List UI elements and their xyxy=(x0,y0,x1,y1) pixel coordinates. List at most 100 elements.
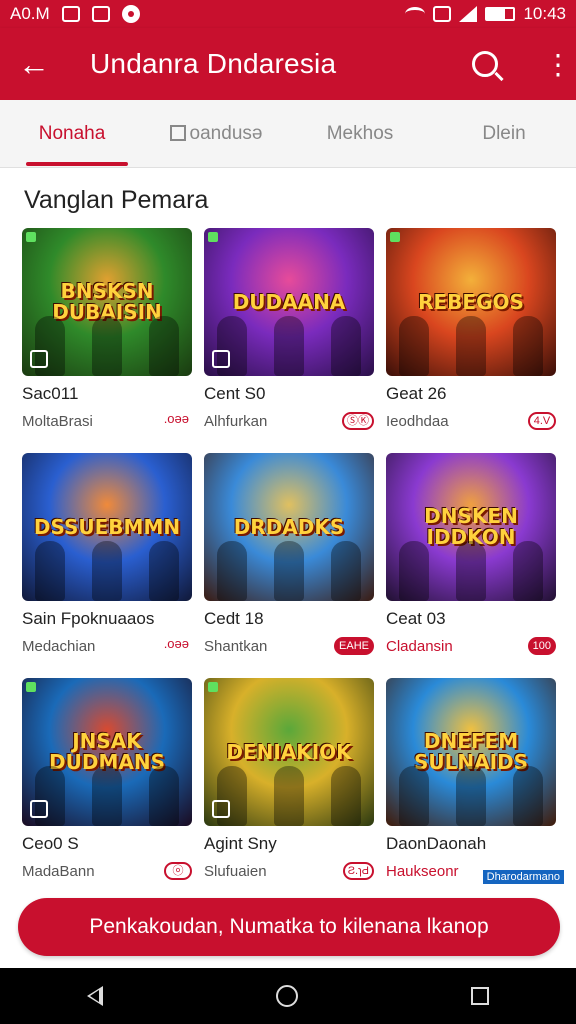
card-meta: Shantkan EAHE xyxy=(204,635,374,657)
tab-bar: Nonaha oandusə Mekhos Dlein xyxy=(0,100,576,168)
card-title: DaonDaonah xyxy=(386,834,487,853)
character xyxy=(455,316,486,376)
tab-nonaha[interactable]: Nonaha xyxy=(0,100,144,168)
status-bar: A0.M 10:43 xyxy=(0,0,576,28)
character xyxy=(512,541,543,601)
system-nav-bar xyxy=(0,968,576,1024)
status-badge: .oəə xyxy=(163,636,189,651)
edit-icon[interactable] xyxy=(30,800,48,818)
character xyxy=(217,541,248,601)
character xyxy=(330,766,361,826)
edit-icon[interactable] xyxy=(30,350,48,368)
card-title: Sac011 xyxy=(22,384,79,403)
card-title: Ceat 03 xyxy=(386,609,446,628)
card-meta: Slufuaien Ƨ.ɿԀ xyxy=(204,860,374,882)
card-subtitle: Ieodhdaa xyxy=(386,412,449,430)
tab-oanduse[interactable]: oandusə xyxy=(144,100,288,168)
character xyxy=(512,316,543,376)
character-art xyxy=(204,531,374,601)
character xyxy=(399,766,430,826)
signal-icon xyxy=(459,6,478,22)
card-meta: Cladansin 100 xyxy=(386,635,556,657)
card-title: Geat 26 xyxy=(386,384,447,403)
tab-label: Mekhos xyxy=(326,122,394,144)
status-badge: Ƨ.ɿԀ xyxy=(342,862,374,880)
game-thumbnail: DUDAANA xyxy=(204,228,374,376)
more-options-icon[interactable]: ⋮ xyxy=(544,48,572,81)
character xyxy=(399,316,430,376)
tab-mekhos[interactable]: Mekhos xyxy=(288,100,432,168)
nav-recents-icon[interactable] xyxy=(471,987,490,1005)
gallery-icon xyxy=(61,6,80,22)
card-title: Cedt 18 xyxy=(204,609,264,628)
character xyxy=(91,541,122,601)
tab-label: oandusə xyxy=(189,122,263,144)
status-badge: 4.V xyxy=(528,412,556,430)
card-subtitle: Cladansin xyxy=(386,637,453,655)
game-grid: BNSKSN DUBAISIN Sac011 MoltaBrasi .oəə DU… xyxy=(22,228,558,903)
character xyxy=(91,316,122,376)
card-subtitle: Haukseonr xyxy=(386,862,459,880)
game-thumbnail: DNEFEM SULNAIDS xyxy=(386,678,556,826)
game-card[interactable]: DNSKEN IDDKON Ceat 03 Cladansin 100 xyxy=(386,453,556,678)
game-card[interactable]: DSSUEBMMN Sain Fpoknuaaos Medachian .oəə xyxy=(22,453,192,678)
character xyxy=(35,541,66,601)
tab-label: Dlein xyxy=(482,122,526,144)
character xyxy=(148,766,179,826)
game-thumbnail: JNSAK DUDMANS xyxy=(22,678,192,826)
character-art xyxy=(386,306,556,376)
game-thumbnail: BNSKSN DUBAISIN xyxy=(22,228,192,376)
wifi-icon xyxy=(405,7,426,21)
card-subtitle: Slufuaien xyxy=(204,862,267,880)
game-card[interactable]: REBEGOS Geat 26 Ieodhdaa 4.V xyxy=(386,228,556,453)
character-art xyxy=(22,531,192,601)
tab-label: Nonaha xyxy=(38,122,106,144)
character xyxy=(91,766,122,826)
card-meta: Medachian .oəə xyxy=(22,635,192,657)
status-right: 10:43 xyxy=(405,4,566,24)
card-title: Cent S0 xyxy=(204,384,266,403)
edit-icon[interactable] xyxy=(212,800,230,818)
character xyxy=(330,316,361,376)
card-subtitle: Medachian xyxy=(22,637,96,655)
tab-dlein[interactable]: Dlein xyxy=(432,100,576,168)
corner-badge-icon xyxy=(26,682,36,692)
character-art xyxy=(386,756,556,826)
section-title: Vanglan Pemara xyxy=(24,186,209,214)
primary-action-button[interactable]: Penkakoudan, Numatka to kilenana lkanop xyxy=(18,898,560,956)
vibrate-icon xyxy=(433,6,452,22)
edit-icon[interactable] xyxy=(212,350,230,368)
back-arrow-icon[interactable]: ← xyxy=(18,46,58,83)
nav-home-icon[interactable] xyxy=(275,985,298,1007)
status-left: A0.M xyxy=(10,4,140,24)
character xyxy=(399,541,430,601)
status-badge: .oəə xyxy=(163,411,189,426)
game-card[interactable]: DENIAKIOK Agint Sny Slufuaien Ƨ.ɿԀ xyxy=(204,678,374,903)
game-thumbnail: DNSKEN IDDKON xyxy=(386,453,556,601)
corner-badge-icon xyxy=(26,232,36,242)
character xyxy=(273,766,304,826)
status-time: 10:43 xyxy=(523,4,566,23)
app-bar: ← Undanra Dndaresia ⋮ xyxy=(0,28,576,100)
corner-badge-icon xyxy=(208,682,218,692)
card-subtitle: MadaBann xyxy=(22,862,95,880)
character-art xyxy=(386,531,556,601)
corner-badge-icon xyxy=(390,232,400,242)
character xyxy=(330,541,361,601)
character xyxy=(148,541,179,601)
character xyxy=(148,316,179,376)
game-card[interactable]: DUDAANA Cent S0 Alhfurkan ⓈⓀ xyxy=(204,228,374,453)
card-meta: MoltaBrasi .oəə xyxy=(22,410,192,432)
game-card[interactable]: BNSKSN DUBAISIN Sac011 MoltaBrasi .oəə xyxy=(22,228,192,453)
nav-back-icon[interactable] xyxy=(86,986,103,1006)
game-thumbnail: DENIAKIOK xyxy=(204,678,374,826)
game-thumbnail: REBEGOS xyxy=(386,228,556,376)
corner-badge-icon xyxy=(208,232,218,242)
search-icon[interactable] xyxy=(472,51,498,77)
status-badge: ⓈⓀ xyxy=(342,412,374,430)
checkbox-icon xyxy=(169,124,186,141)
card-meta: Ieodhdaa 4.V xyxy=(386,410,556,432)
character xyxy=(455,541,486,601)
game-card[interactable]: DRDADKS Cedt 18 Shantkan EAHE xyxy=(204,453,374,678)
game-card[interactable]: JNSAK DUDMANS Ceo0 S MadaBann ⓞ xyxy=(22,678,192,903)
